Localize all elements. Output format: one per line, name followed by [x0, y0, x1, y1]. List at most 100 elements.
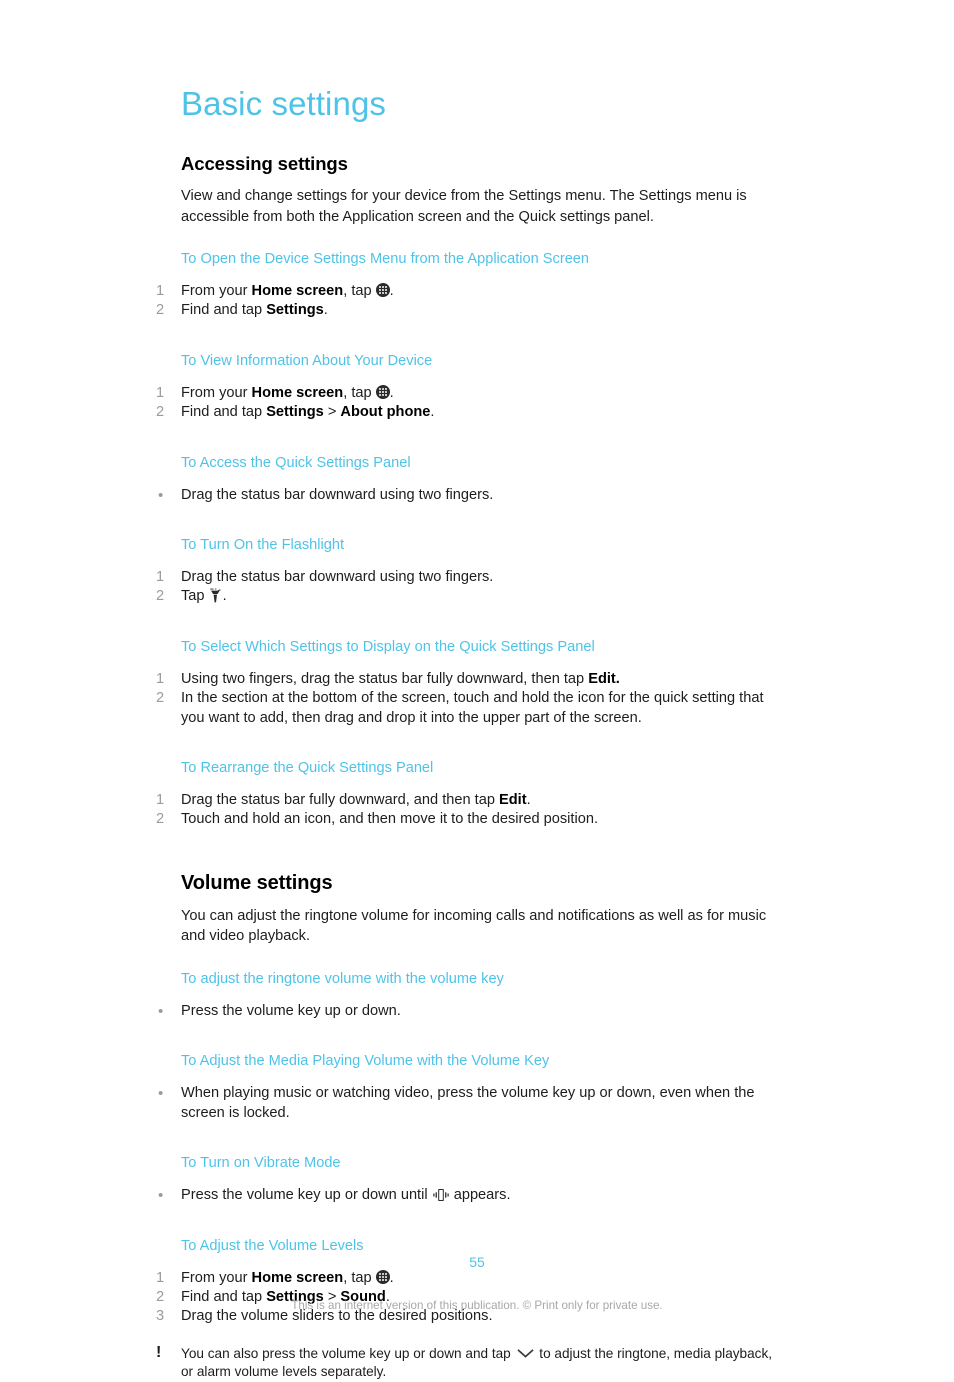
step-item: 2 Tap . [156, 587, 781, 606]
procedure-title-rearrange-quick-settings: To Rearrange the Quick Settings Panel [181, 760, 434, 777]
procedure-title-select-quick-settings: To Select Which Settings to Display on t… [181, 638, 595, 655]
step-list-open-settings-menu: 1 From your Home screen, tap . 2 Find an… [0, 282, 954, 321]
step-text-part: . [389, 1269, 394, 1286]
step-marker: 1 [156, 792, 165, 809]
step-item: 2 Touch and hold an icon, and then move … [156, 810, 781, 829]
chevron-down-icon [516, 1347, 534, 1360]
emphasis-settings: Settings [266, 302, 324, 319]
step-text-part: . [323, 302, 328, 319]
step-text-part: . [222, 588, 227, 605]
step-text: Using two fingers, drag the status bar f… [181, 671, 620, 687]
step-text: From your Home screen, tap . [181, 384, 394, 401]
step-item: 2 In the section at the bottom of the sc… [156, 689, 781, 728]
procedure-title-open-settings-menu: To Open the Device Settings Menu from th… [181, 251, 590, 267]
step-text-part: From your [181, 1269, 252, 1286]
step-item: 1 From your Home screen, tap . [156, 1269, 781, 1288]
step-text: When playing music or watching video, pr… [181, 1085, 755, 1121]
step-text: Find and tap Settings > About phone. [181, 404, 434, 420]
emphasis-home-screen: Home screen [251, 1269, 344, 1286]
step-marker: 1 [156, 384, 165, 401]
step-item: 1 Using two fingers, drag the status bar… [156, 670, 781, 689]
step-text-part: Find and tap [181, 404, 267, 421]
step-text-part: , tap [343, 283, 376, 299]
page-title: Basic settings [181, 85, 386, 122]
step-item: 1 From your Home screen, tap . [156, 384, 781, 403]
tip-text-part: You can also press the volume key up or … [181, 1345, 515, 1361]
step-text: Find and tap Settings. [181, 302, 328, 318]
emphasis-settings: Settings [266, 404, 324, 421]
app-drawer-icon [375, 384, 390, 399]
step-marker: 2 [156, 404, 165, 421]
step-item: 1 Drag the status bar downward using two… [156, 568, 781, 587]
step-text-part: Drag the status bar fully downward, and … [181, 792, 500, 809]
emphasis-home-screen: Home screen [251, 283, 344, 299]
emphasis-edit: Edit. [588, 670, 620, 687]
step-text-part: Tap [181, 588, 209, 605]
step-text: Touch and hold an icon, and then move it… [181, 811, 599, 828]
step-marker-bullet: • [158, 1002, 164, 1020]
step-marker-bullet: • [158, 1085, 164, 1103]
step-list-adjust-ringtone-volume: • Press the volume key up or down. [0, 1002, 954, 1021]
step-text-part: . [430, 404, 435, 421]
step-text-part: . [389, 384, 394, 401]
vibrate-icon [432, 1188, 450, 1202]
section-intro-volume-settings: You can adjust the ringtone volume for i… [181, 907, 767, 945]
step-item: 1 Drag the status bar fully downward, an… [156, 791, 781, 810]
step-text-part: From your [181, 283, 252, 299]
step-list-turn-on-vibrate-mode: • Press the volume key up or down until … [0, 1186, 954, 1205]
step-marker: 2 [156, 811, 165, 828]
procedure-title-turn-on-flashlight: To Turn On the Flashlight [181, 537, 345, 554]
step-text: Drag the status bar downward using two f… [181, 486, 494, 503]
step-marker: 1 [156, 569, 165, 586]
step-list-rearrange-quick-settings: 1 Drag the status bar fully downward, an… [0, 791, 954, 830]
step-item: • When playing music or watching video, … [158, 1084, 781, 1123]
step-marker-bullet: • [158, 1187, 164, 1205]
step-text: Press the volume key up or down. [181, 1002, 401, 1019]
step-item: 2 Find and tap Settings > About phone. [156, 403, 781, 422]
app-drawer-icon [375, 1269, 390, 1284]
tip-text: You can also press the volume key up or … [181, 1346, 772, 1380]
step-item: 1 From your Home screen, tap . [156, 282, 781, 301]
step-text-part: , tap [343, 384, 376, 401]
step-item: • Press the volume key up or down. [158, 1002, 781, 1021]
step-item: • Drag the status bar downward using two… [158, 486, 781, 505]
step-text: Press the volume key up or down until ap… [181, 1187, 511, 1203]
tip-exclamation-icon: ! [156, 1343, 162, 1361]
step-marker: 1 [156, 670, 165, 687]
step-marker: 2 [156, 690, 165, 707]
document-page: Basic settings Accessing settings View a… [0, 0, 954, 1379]
step-text: From your Home screen, tap . [181, 1269, 394, 1286]
step-text-part: , tap [343, 1269, 376, 1286]
footer-copyright-note: This is an internet version of this publ… [291, 1299, 663, 1312]
step-list-view-device-info: 1 From your Home screen, tap . 2 Find an… [0, 384, 954, 423]
step-text-separator: > [323, 404, 341, 421]
step-text-part: . [526, 792, 531, 809]
step-text: In the section at the bottom of the scre… [181, 690, 764, 726]
section-heading-accessing-settings: Accessing settings [181, 153, 348, 174]
procedure-title-view-device-info: To View Information About Your Device [181, 352, 433, 369]
section-intro-accessing-settings: View and change settings for your device… [181, 188, 747, 225]
step-text-part: . [389, 283, 394, 299]
step-list-adjust-volume-levels: 1 From your Home screen, tap . 2 Find an… [0, 1269, 954, 1327]
step-text-part: Press the volume key up or down until [181, 1187, 432, 1204]
page-number: 55 [469, 1254, 485, 1270]
step-marker: 1 [156, 283, 165, 299]
step-marker: 2 [156, 588, 165, 605]
app-drawer-icon [375, 283, 390, 297]
step-item: • Press the volume key up or down until … [158, 1186, 781, 1205]
step-text: Tap . [181, 588, 227, 604]
procedure-title-adjust-media-volume: To Adjust the Media Playing Volume with … [181, 1053, 550, 1070]
emphasis-about-phone: About phone [340, 404, 431, 421]
step-text-part: Using two fingers, drag the status bar f… [181, 670, 589, 687]
section-heading-volume-settings: Volume settings [181, 871, 333, 894]
tip-block: ! You can also press the volume key up o… [156, 1344, 781, 1382]
flashlight-icon [209, 588, 223, 603]
page-content: Accessing settings View and change setti… [0, 152, 954, 1382]
step-text-part: Find and tap [181, 302, 267, 319]
step-text-part: From your [181, 384, 252, 401]
step-marker-bullet: • [158, 486, 164, 504]
step-list-select-quick-settings: 1 Using two fingers, drag the status bar… [0, 670, 954, 728]
step-item: 2 Find and tap Settings. [156, 301, 781, 320]
step-text: Drag the status bar fully downward, and … [181, 792, 531, 808]
step-marker: 1 [156, 1269, 165, 1286]
